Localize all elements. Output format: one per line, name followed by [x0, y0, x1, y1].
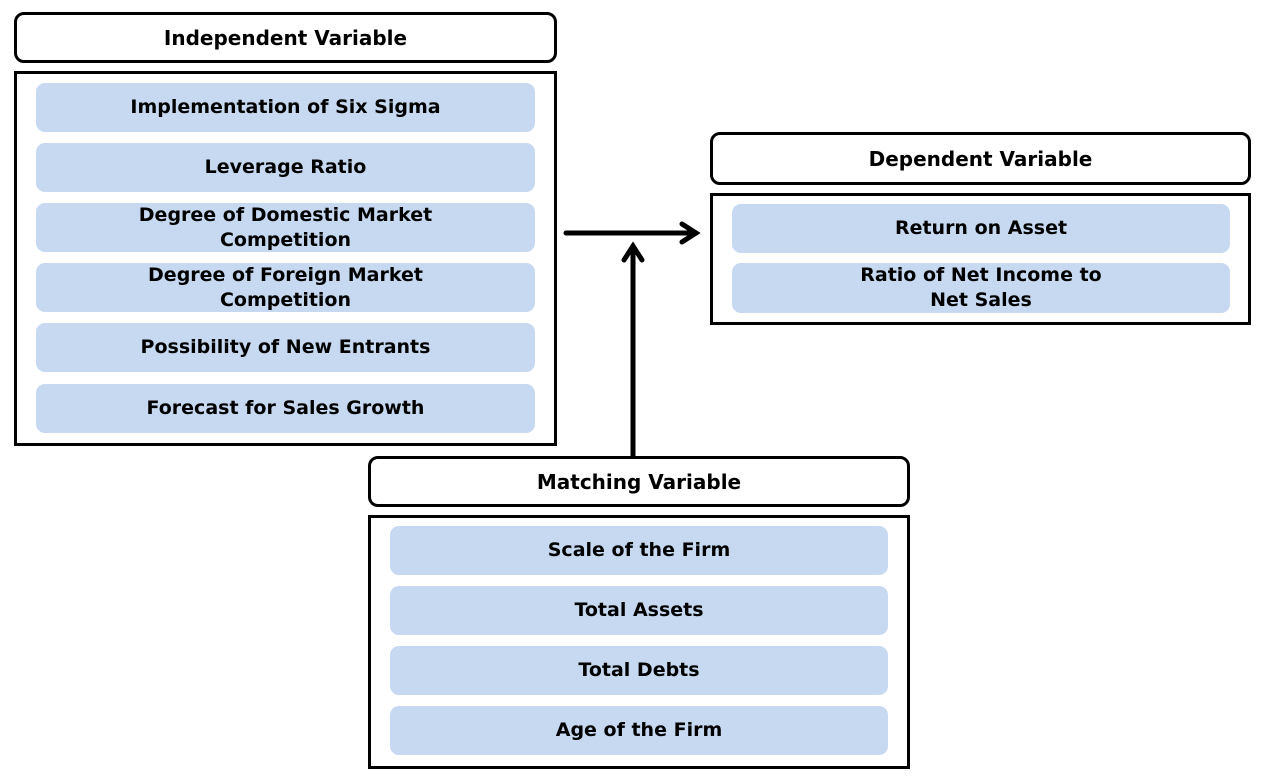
arrows	[563, 221, 701, 459]
research-model-diagram: Independent Variable Implementation of S…	[0, 0, 1267, 784]
